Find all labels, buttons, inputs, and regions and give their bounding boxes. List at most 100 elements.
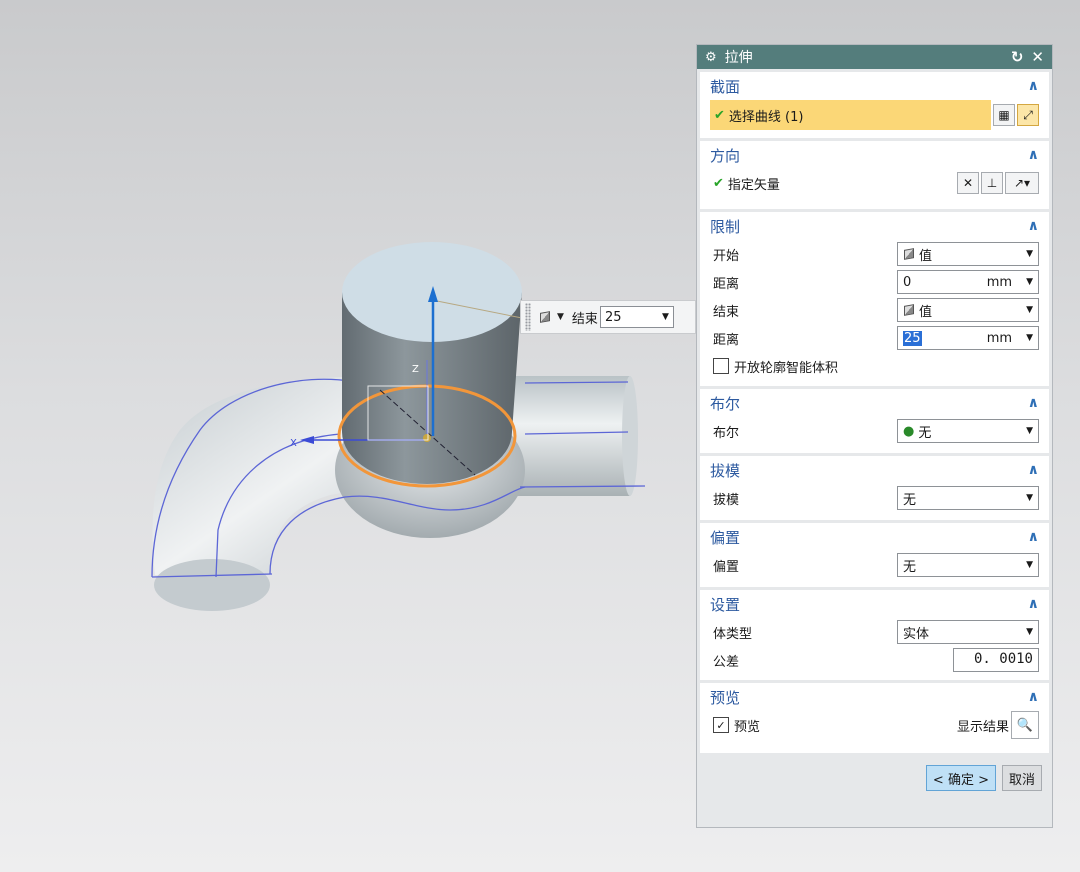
vector-options-icon[interactable]: ↗▾ [1005,172,1039,194]
limits-title: 限制 [710,217,741,236]
chevron-down-icon[interactable]: ▼ [1026,333,1033,343]
end-distance-input[interactable]: 25 mm ▼ [897,326,1039,350]
chevron-down-icon[interactable]: ▼ [662,312,669,322]
chevron-down-icon[interactable]: ▼ [1026,305,1033,315]
boolean-title: 布尔 [710,394,741,413]
draft-select[interactable]: 无 ▼ [897,486,1039,510]
reverse-direction-icon[interactable]: ✕ [957,172,979,194]
offset-row: 偏置 无 ▼ [700,551,1049,579]
boolean-select[interactable]: ● 无 ▼ [897,419,1039,443]
end-value: 值 [919,304,933,320]
show-result-label: 显示结果 [956,719,1009,735]
axis-z-label: Z [412,364,419,375]
draft-header[interactable]: 拔模 ∧ [700,456,1049,484]
preview-checkbox[interactable]: ✓ [713,717,729,733]
specify-vector-row: ✔ 指定矢量 ✕ ⊥ ↗▾ [700,169,1049,197]
offset-title: 偏置 [710,528,741,547]
draft-value: 无 [903,492,917,508]
offset-label: 偏置 [713,559,740,575]
collapse-caret-icon[interactable]: ∧ [1028,78,1039,94]
cancel-button[interactable]: 取消 [1001,765,1042,791]
distance-label: 距离 [713,276,740,292]
start-select[interactable]: 值 ▼ [897,242,1039,266]
draft-title: 拔模 [710,461,741,480]
chevron-down-icon[interactable]: ▼ [1026,493,1033,503]
offset-header[interactable]: 偏置 ∧ [700,523,1049,551]
reset-icon[interactable]: ↻ [1011,48,1024,66]
chevron-down-icon[interactable]: ▼ [1026,426,1033,436]
specify-vector-label: 指定矢量 [727,177,780,193]
chevron-down-icon[interactable]: ▼ [1026,249,1033,259]
distance-label: 距离 [713,332,740,348]
onscreen-input-bar: ▼ 结束 25 ▼ [520,300,696,334]
sketch-section-icon[interactable]: ▦ [993,104,1015,126]
limits-header[interactable]: 限制 ∧ [700,212,1049,240]
preview-header[interactable]: 预览 ∧ [700,683,1049,711]
collapse-caret-icon[interactable]: ∧ [1028,462,1039,478]
dialog-footer: < 确定 > 取消 [697,753,1052,791]
start-distance-row: 距离 0 mm ▼ [700,268,1049,296]
vector-dialog-icon[interactable]: ⊥ [981,172,1003,194]
body-type-select[interactable]: 实体 ▼ [897,620,1039,644]
unit-label: mm [986,330,1013,346]
end-distance-input[interactable]: 25 ▼ [599,306,674,328]
chevron-down-icon[interactable]: ▼ [1026,277,1033,287]
settings-group: 设置 ∧ 体类型 实体 ▼ 公差 0. 0010 [700,590,1049,680]
start-value: 值 [919,248,933,264]
cube-icon [903,304,915,316]
value-type-cube-icon[interactable] [539,311,551,323]
collapse-caret-icon[interactable]: ∧ [1028,689,1039,705]
boolean-value: 无 [918,425,932,441]
open-profile-row[interactable]: 开放轮廓智能体积 [700,352,1049,380]
magnifier-icon[interactable]: 🔍 [1011,711,1039,739]
start-row: 开始 值 ▼ [700,240,1049,268]
offset-select[interactable]: 无 ▼ [897,553,1039,577]
ok-button[interactable]: < 确定 > [925,765,996,791]
extrude-preview-cylinder[interactable] [337,242,522,488]
section-header[interactable]: 截面 ∧ [700,72,1049,100]
cube-icon [903,248,915,260]
offset-value: 无 [903,559,917,575]
close-icon[interactable]: ✕ [1031,48,1044,66]
dialog-title: 拉伸 [724,50,753,66]
collapse-caret-icon[interactable]: ∧ [1028,147,1039,163]
chevron-down-icon[interactable]: ▼ [1026,560,1033,570]
select-curve-row[interactable]: ✔ 选择曲线 (1) [710,100,991,130]
preview-group: 预览 ∧ ✓ 预览 显示结果 🔍 [700,683,1049,753]
extrude-dialog: ⚙ 拉伸 ↻ ✕ 截面 ∧ ✔ 选择曲线 (1) ▦ ⤢ 方向 ∧ ✔ 指定矢量… [696,44,1053,828]
preview-row: ✓ 预览 显示结果 🔍 [700,711,1049,739]
tolerance-row: 公差 0. 0010 [700,646,1049,674]
boolean-group: 布尔 ∧ 布尔 ● 无 ▼ [700,389,1049,453]
collapse-caret-icon[interactable]: ∧ [1028,596,1039,612]
grip-handle[interactable] [525,303,531,331]
open-profile-checkbox[interactable] [713,358,729,374]
boolean-header[interactable]: 布尔 ∧ [700,389,1049,417]
collapse-caret-icon[interactable]: ∧ [1028,395,1039,411]
check-icon: ✔ [714,107,725,123]
tolerance-input[interactable]: 0. 0010 [953,648,1039,672]
settings-title: 设置 [710,595,741,614]
chevron-down-icon[interactable]: ▼ [1026,627,1033,637]
select-curve-label: 选择曲线 (1) [728,109,804,125]
collapse-caret-icon[interactable]: ∧ [1028,529,1039,545]
preview-label: 预览 [734,719,761,735]
boolean-label: 布尔 [713,425,740,441]
check-icon: ✔ [713,175,724,191]
draft-group: 拔模 ∧ 拔模 无 ▼ [700,456,1049,520]
dialog-titlebar: ⚙ 拉伸 ↻ ✕ [697,45,1052,69]
direction-group: 方向 ∧ ✔ 指定矢量 ✕ ⊥ ↗▾ [700,141,1049,209]
tolerance-label: 公差 [713,654,740,670]
end-label: 结束 [713,304,740,320]
direction-header[interactable]: 方向 ∧ [700,141,1049,169]
end-label: 结束 [571,311,598,327]
chevron-down-icon[interactable]: ▼ [557,312,564,322]
limits-group: 限制 ∧ 开始 值 ▼ 距离 0 mm ▼ 结束 值 ▼ 距离 25 mm ▼ … [700,212,1049,386]
curve-select-icon[interactable]: ⤢ [1017,104,1039,126]
collapse-caret-icon[interactable]: ∧ [1028,218,1039,234]
settings-header[interactable]: 设置 ∧ [700,590,1049,618]
start-distance-input[interactable]: 0 mm ▼ [897,270,1039,294]
gear-icon: ⚙ [705,49,717,65]
end-distance-value: 25 [604,309,622,325]
preview-title: 预览 [710,688,741,707]
end-select[interactable]: 值 ▼ [897,298,1039,322]
